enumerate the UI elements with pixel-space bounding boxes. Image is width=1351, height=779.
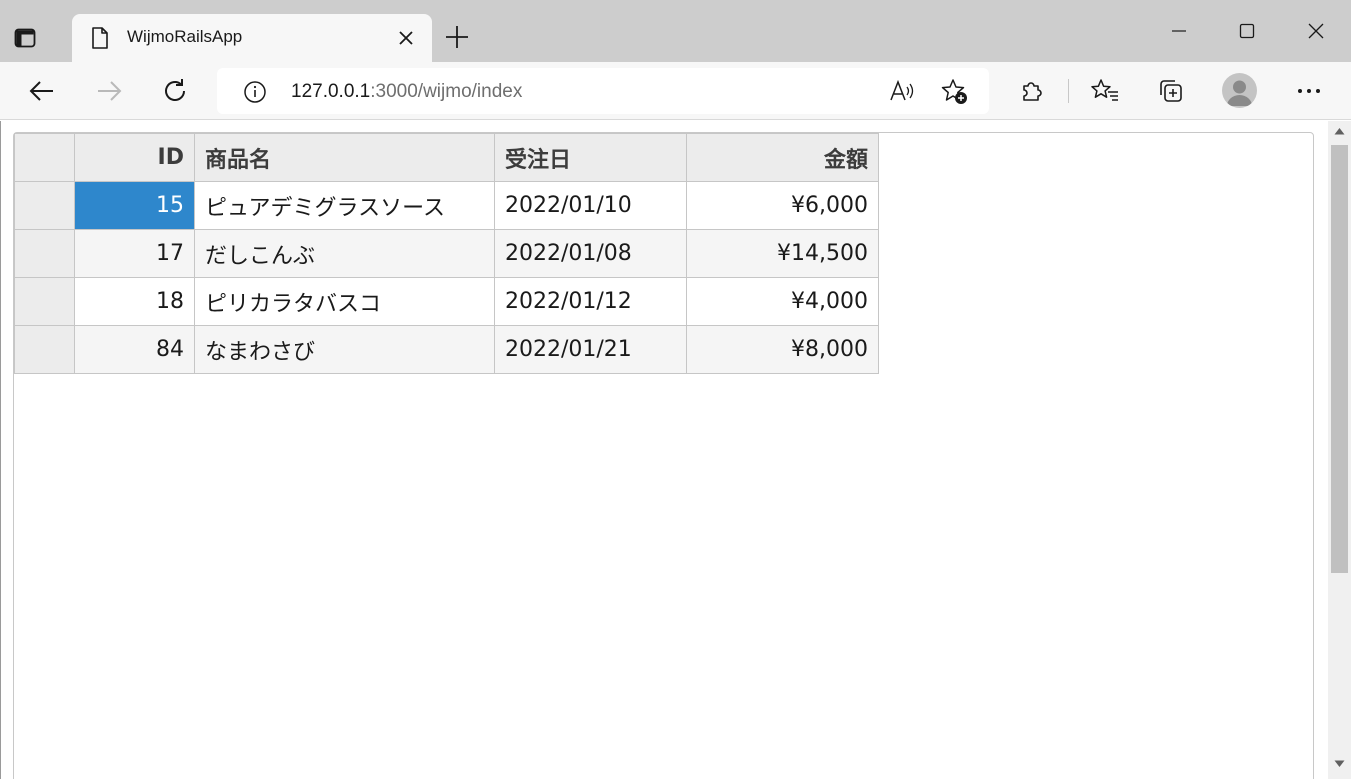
url-host: 127.0.0.1 <box>291 81 371 102</box>
top-left-cell[interactable] <box>14 133 75 182</box>
cell-id[interactable]: 84 <box>74 325 195 374</box>
add-favorite-icon[interactable] <box>941 78 969 106</box>
tab-strip: WijmoRailsApp <box>0 0 1351 62</box>
cell-amount[interactable]: ¥8,000 <box>686 325 879 374</box>
maximize-icon <box>1239 23 1255 39</box>
minimize-button[interactable] <box>1156 16 1202 46</box>
column-header-id[interactable]: ID <box>74 133 195 182</box>
refresh-button[interactable] <box>158 74 192 108</box>
window-edge <box>0 121 1 779</box>
browser-toolbar: 127.0.0.1:3000/wijmo/index <box>0 62 1351 120</box>
table-row: 18 ピリカラタバスコ 2022/01/12 ¥4,000 <box>14 277 879 326</box>
cell-amount[interactable]: ¥14,500 <box>686 229 879 278</box>
table-row: 84 なまわさび 2022/01/21 ¥8,000 <box>14 325 879 374</box>
maximize-button[interactable] <box>1224 16 1270 46</box>
scroll-down-icon[interactable] <box>1334 760 1345 768</box>
favorites-icon <box>1091 79 1118 101</box>
extensions-button[interactable] <box>1015 74 1049 108</box>
cell-id[interactable]: 17 <box>74 229 195 278</box>
close-icon[interactable] <box>397 29 415 47</box>
collections-icon <box>1160 80 1182 102</box>
tab-actions-icon <box>14 28 36 48</box>
page-icon <box>92 27 108 49</box>
grid-header-row: ID 商品名 受注日 金額 <box>14 133 879 182</box>
more-icon <box>1298 89 1320 93</box>
cell-id[interactable]: 18 <box>74 277 195 326</box>
cell-name[interactable]: ピュアデミグラスソース <box>194 181 495 230</box>
tab-title: WijmoRailsApp <box>127 27 243 46</box>
extensions-icon <box>1023 82 1042 101</box>
address-bar[interactable]: 127.0.0.1:3000/wijmo/index <box>217 68 989 114</box>
column-header-date[interactable]: 受注日 <box>494 133 687 182</box>
row-header[interactable] <box>14 229 75 278</box>
close-icon <box>1308 23 1324 39</box>
column-header-name[interactable]: 商品名 <box>194 133 495 182</box>
back-arrow-icon <box>29 81 53 101</box>
scroll-up-icon[interactable] <box>1334 127 1345 135</box>
cell-date[interactable]: 2022/01/12 <box>494 277 687 326</box>
cell-amount[interactable]: ¥6,000 <box>686 181 879 230</box>
table-row: 17 だしこんぶ 2022/01/08 ¥14,500 <box>14 229 879 278</box>
browser-tab[interactable]: WijmoRailsApp <box>72 14 432 62</box>
flexgrid[interactable]: ID 商品名 受注日 金額 15 ピュアデミグラスソース 2022/01/10 … <box>14 133 879 374</box>
forward-arrow-icon <box>98 81 122 101</box>
url-text[interactable]: 127.0.0.1:3000/wijmo/index <box>291 81 522 103</box>
collections-button[interactable] <box>1154 74 1188 108</box>
cell-name[interactable]: だしこんぶ <box>194 229 495 278</box>
row-header[interactable] <box>14 277 75 326</box>
refresh-icon <box>165 79 185 101</box>
read-aloud-icon[interactable] <box>889 79 915 103</box>
toolbar-divider <box>1068 79 1069 103</box>
scrollbar-thumb[interactable] <box>1331 145 1348 573</box>
window-close-button[interactable] <box>1293 16 1339 46</box>
cell-date[interactable]: 2022/01/21 <box>494 325 687 374</box>
cell-name[interactable]: なまわさび <box>194 325 495 374</box>
cell-id[interactable]: 15 <box>74 181 195 230</box>
back-button[interactable] <box>25 74 59 108</box>
cell-date[interactable]: 2022/01/08 <box>494 229 687 278</box>
plus-icon[interactable] <box>444 24 470 50</box>
table-row: 15 ピュアデミグラスソース 2022/01/10 ¥6,000 <box>14 181 879 230</box>
cell-name[interactable]: ピリカラタバスコ <box>194 277 495 326</box>
page-content: ID 商品名 受注日 金額 15 ピュアデミグラスソース 2022/01/10 … <box>0 121 1328 779</box>
row-header[interactable] <box>14 181 75 230</box>
column-header-amount[interactable]: 金額 <box>686 133 879 182</box>
cell-date[interactable]: 2022/01/10 <box>494 181 687 230</box>
avatar-glyph <box>1227 80 1252 106</box>
row-header[interactable] <box>14 325 75 374</box>
more-button[interactable] <box>1292 74 1326 108</box>
url-path: :3000/wijmo/index <box>370 81 523 102</box>
tab-actions-button[interactable] <box>14 22 60 54</box>
cell-amount[interactable]: ¥4,000 <box>686 277 879 326</box>
favorites-button[interactable] <box>1088 74 1122 108</box>
vertical-scrollbar[interactable] <box>1328 121 1351 779</box>
minimize-icon <box>1172 30 1186 32</box>
forward-button[interactable] <box>92 74 126 108</box>
info-icon[interactable] <box>243 80 267 104</box>
profile-avatar-icon[interactable] <box>1222 73 1257 108</box>
